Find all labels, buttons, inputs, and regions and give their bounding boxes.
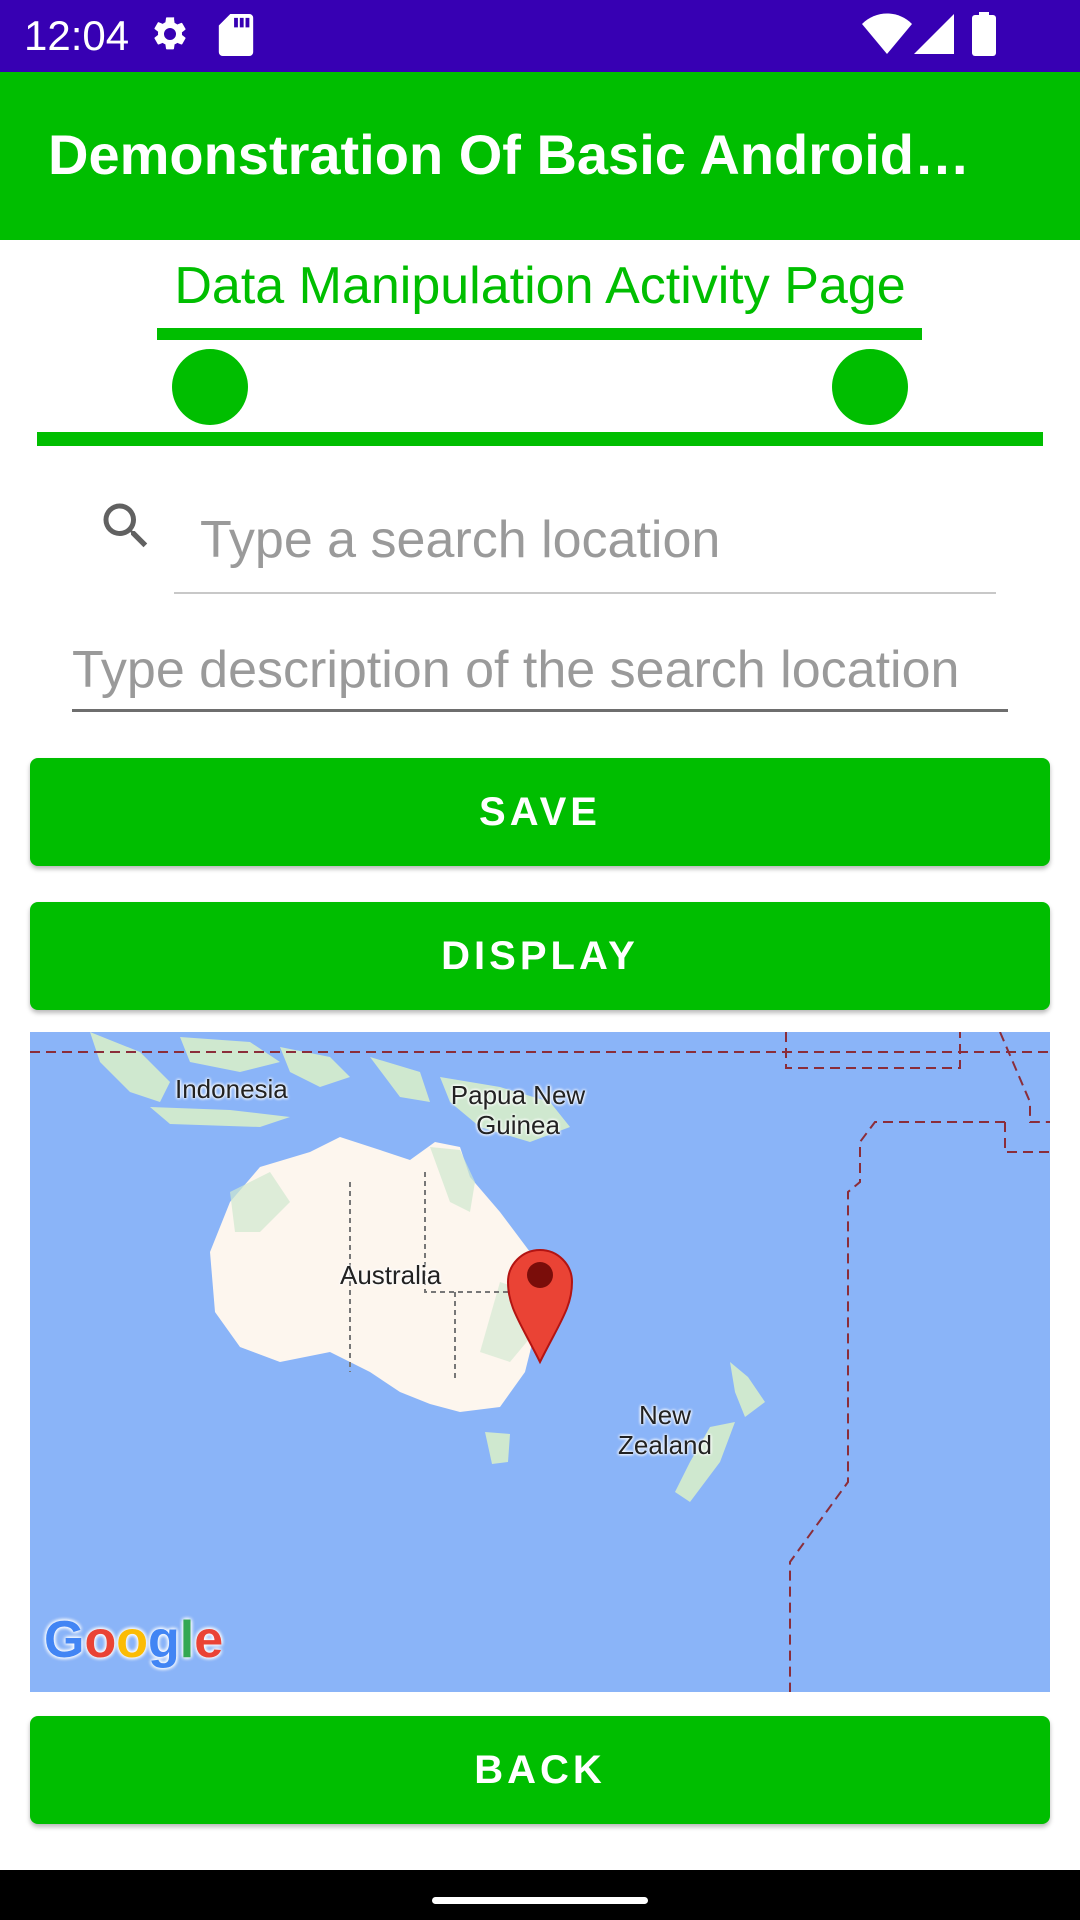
heading-underline (157, 328, 922, 340)
map-label-indonesia: Indonesia (175, 1074, 288, 1104)
map-label-australia: Australia (340, 1260, 442, 1290)
navigation-bar (0, 1870, 1080, 1920)
search-input[interactable] (174, 488, 996, 594)
settings-icon (154, 17, 186, 50)
home-indicator[interactable] (432, 1897, 648, 1904)
status-time: 12:04 (24, 12, 130, 59)
decorative-dot-right (832, 349, 908, 425)
sd-card-icon (218, 14, 254, 56)
divider-bar (37, 432, 1043, 446)
save-button[interactable]: SAVE (30, 758, 1050, 866)
decorative-dot-left (172, 349, 248, 425)
battery-icon (972, 12, 996, 56)
cell-signal-icon (914, 14, 954, 54)
search-icon[interactable] (96, 496, 156, 556)
app-title: Demonstration Of Basic Android Features (48, 123, 978, 186)
display-button[interactable]: DISPLAY (30, 902, 1050, 1010)
map-label-papua-new-guinea: Papua New Guinea (450, 1080, 586, 1140)
page-heading: Data Manipulation Activity Page (174, 257, 906, 315)
app-bar: Demonstration Of Basic Android Features (0, 72, 1080, 240)
map-view[interactable]: Indonesia Papua New Guinea Australia New… (30, 1032, 1050, 1692)
map-label-new-zealand: New Zealand (618, 1400, 712, 1460)
google-logo: Google (44, 1611, 224, 1669)
description-input[interactable] (72, 630, 1008, 712)
wifi-icon (862, 13, 912, 54)
status-bar: 12:04 (0, 0, 1080, 72)
back-button[interactable]: BACK (30, 1716, 1050, 1824)
